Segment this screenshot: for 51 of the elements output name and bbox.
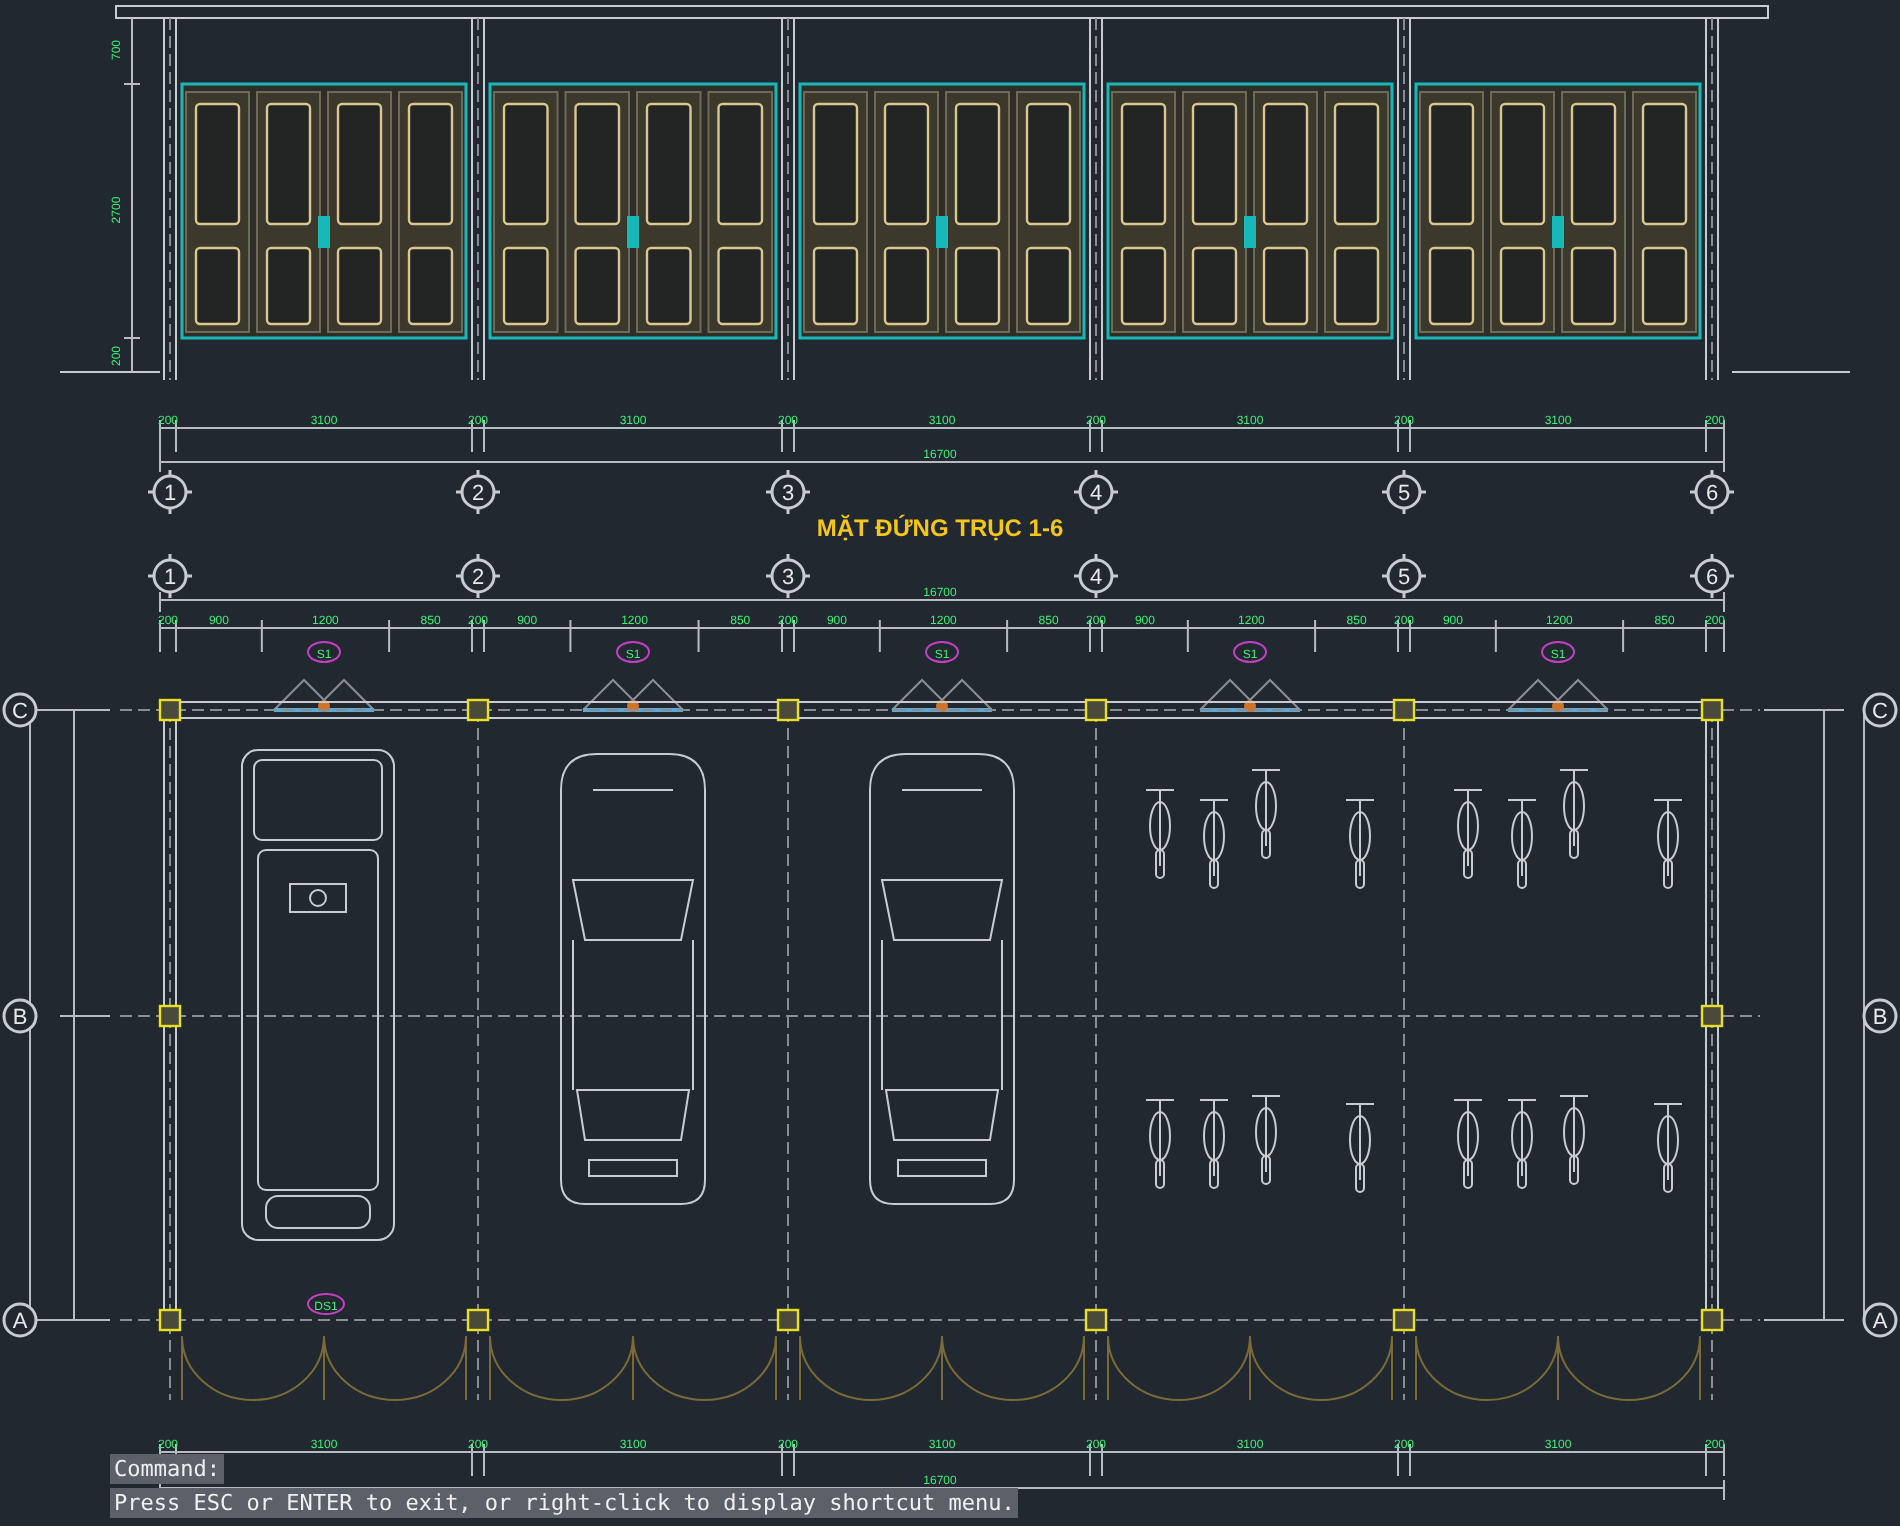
column-marker xyxy=(776,698,800,722)
grid-bubble: 6 xyxy=(1688,552,1736,600)
grid-bubble: 4 xyxy=(1072,552,1120,600)
column-marker xyxy=(1392,698,1416,722)
grid-bubble: C xyxy=(2,692,38,728)
grid-bubble: 2 xyxy=(454,552,502,600)
column-marker xyxy=(1084,1308,1108,1332)
motorbike-drawing xyxy=(1559,769,1589,859)
grid-bubble: 4 xyxy=(1072,468,1120,516)
column-marker xyxy=(158,1308,182,1332)
column-marker xyxy=(158,1004,182,1028)
motorbike-drawing xyxy=(1345,1103,1375,1193)
grid-bubble: A xyxy=(1862,1302,1898,1338)
motorbike-drawing xyxy=(1199,1099,1229,1189)
column-marker xyxy=(1700,1308,1724,1332)
motorbike-drawing xyxy=(1453,789,1483,879)
motorbike-drawing xyxy=(1251,1095,1281,1185)
grid-bubble: 5 xyxy=(1380,552,1428,600)
column-marker xyxy=(466,1308,490,1332)
grid-bubble: 3 xyxy=(764,468,812,516)
command-message: Press ESC or ENTER to exit, or right-click to display shortcut menu. xyxy=(110,1488,1019,1518)
motorbike-drawing xyxy=(1507,1099,1537,1189)
grid-bubble: C xyxy=(1862,692,1898,728)
grid-bubble: 1 xyxy=(146,552,194,600)
grid-bubble: B xyxy=(2,998,38,1034)
motorbike-drawing xyxy=(1145,1099,1175,1189)
motorbike-drawing xyxy=(1653,1103,1683,1193)
motorbike-drawing xyxy=(1345,799,1375,889)
column-marker xyxy=(1084,698,1108,722)
command-prompt: Command: xyxy=(110,1454,224,1484)
column-marker xyxy=(158,698,182,722)
column-marker xyxy=(776,1308,800,1332)
motorbike-drawing xyxy=(1559,1095,1589,1185)
grid-bubble: 3 xyxy=(764,552,812,600)
grid-bubble: 1 xyxy=(146,468,194,516)
column-marker xyxy=(1392,1308,1416,1332)
grid-bubble: 2 xyxy=(454,468,502,516)
column-marker xyxy=(1700,1004,1724,1028)
motorbike-drawing xyxy=(1507,799,1537,889)
motorbike-drawing xyxy=(1653,799,1683,889)
drawing-title: MẶT ĐỨNG TRỤC 1-6 xyxy=(816,514,1064,542)
column-marker xyxy=(466,698,490,722)
motorbike-drawing xyxy=(1453,1099,1483,1189)
grid-bubble: 5 xyxy=(1380,468,1428,516)
grid-bubble: A xyxy=(2,1302,38,1338)
grid-bubble: B xyxy=(1862,998,1898,1034)
column-marker xyxy=(1700,698,1724,722)
motorbike-drawing xyxy=(1199,799,1229,889)
motorbike-drawing xyxy=(1251,769,1281,859)
grid-bubble: 6 xyxy=(1688,468,1736,516)
motorbike-drawing xyxy=(1145,789,1175,879)
